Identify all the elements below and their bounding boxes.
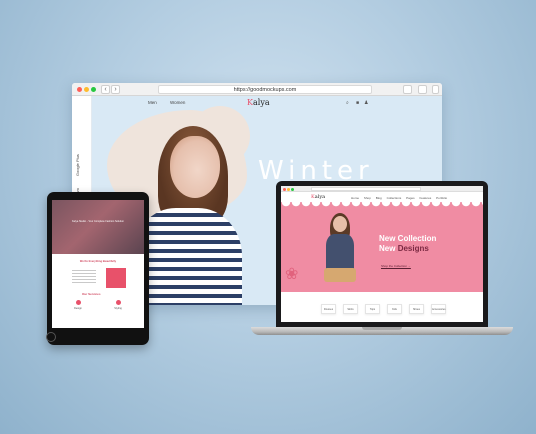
hero-banner: ❀ New Collection New Designs Shop the Co… — [281, 202, 483, 292]
tabs-icon[interactable] — [418, 85, 427, 94]
laptop-notch — [362, 327, 402, 330]
browser-toolbar: ‹ › https://goodmockups.com — [72, 83, 442, 96]
nav-item-collections[interactable]: Collections — [387, 196, 402, 200]
close-window-button[interactable] — [77, 87, 82, 92]
laptop-website: Kalya Home Shop Blog Collections Pages F… — [281, 186, 483, 322]
model-photo-face — [170, 136, 220, 198]
hero-headline-line2: New Designs — [379, 244, 429, 253]
site-logo[interactable]: Kalya — [247, 98, 270, 107]
paragraph-placeholder — [72, 270, 96, 285]
minimize-window-button[interactable] — [84, 87, 89, 92]
site-header: Men Women Kalya ⌕ ■ ♟ — [92, 96, 442, 110]
service-card[interactable]: Design — [66, 300, 90, 322]
shop-collection-link[interactable]: Shop the Collection → — [381, 264, 411, 268]
search-icon[interactable]: ⌕ — [346, 100, 349, 106]
nav-item-portfolio[interactable]: Portfolio — [436, 196, 447, 200]
nav-link-men[interactable]: Men — [148, 100, 157, 105]
user-icon[interactable]: ♟ — [364, 100, 368, 106]
scallop-border — [281, 202, 483, 208]
home-button[interactable] — [46, 332, 56, 342]
minimize-window-button[interactable] — [287, 187, 290, 191]
hero-headline-line1: New Collection — [379, 234, 437, 243]
service-label: Styling — [114, 307, 122, 310]
flower-decoration-icon: ❀ — [285, 266, 299, 283]
nav-item-shop[interactable]: Shop — [364, 196, 371, 200]
nav-link-women[interactable]: Women — [170, 100, 185, 105]
cart-icon[interactable]: ■ — [356, 100, 359, 106]
category-card[interactable]: Accessories — [431, 304, 446, 314]
maximize-window-button[interactable] — [291, 187, 294, 191]
service-card[interactable]: Styling — [106, 300, 130, 322]
service-label: Design — [74, 307, 82, 310]
nav-item-pages[interactable]: Pages — [406, 196, 415, 200]
feature-image — [106, 268, 126, 288]
back-button[interactable]: ‹ — [101, 85, 110, 94]
category-card[interactable]: Shoes — [409, 304, 424, 314]
main-nav: Home Shop Blog Collections Pages Feature… — [351, 196, 451, 200]
hero-headline-word: New — [379, 244, 396, 253]
category-row: Dresses Skirts Tops Kids Shoes Accessori… — [281, 298, 483, 320]
service-icon — [115, 300, 121, 305]
address-bar[interactable]: https://goodmockups.com — [158, 85, 372, 94]
nav-item-home[interactable]: Home — [351, 196, 359, 200]
maximize-window-button[interactable] — [91, 87, 96, 92]
close-window-button[interactable] — [283, 187, 286, 191]
hero-headline-highlight: Designs — [397, 244, 429, 253]
hero-text: Kalya Studio - Your Complete Fashion Sol… — [72, 220, 124, 223]
logo-text: alya — [252, 98, 270, 107]
model-photo-face — [333, 216, 347, 232]
services-title: Our Services — [82, 292, 101, 296]
nav-item-blog[interactable]: Blog — [376, 196, 382, 200]
laptop-site-header: Kalya Home Shop Blog Collections Pages F… — [281, 192, 483, 202]
section-title: We Do Everything Beautifully — [79, 260, 117, 263]
laptop-screen: Kalya Home Shop Blog Collections Pages F… — [276, 181, 488, 327]
logo-text: alya — [314, 194, 326, 200]
category-card[interactable]: Tops — [365, 304, 380, 314]
model-photo-skirt — [324, 268, 356, 282]
tablet-device: Kalya Studio - Your Complete Fashion Sol… — [47, 192, 149, 345]
tablet-hero-banner: Kalya Studio - Your Complete Fashion Sol… — [52, 200, 144, 254]
service-icon — [75, 300, 81, 305]
category-card[interactable]: Skirts — [343, 304, 358, 314]
forward-button[interactable]: › — [111, 85, 120, 94]
share-icon[interactable] — [403, 85, 412, 94]
new-tab-icon[interactable] — [432, 85, 439, 94]
nav-item-features[interactable]: Features — [419, 196, 431, 200]
address-bar[interactable] — [311, 187, 421, 191]
site-logo[interactable]: Kalya — [311, 194, 325, 200]
tablet-website: Kalya Studio - Your Complete Fashion Sol… — [52, 200, 144, 328]
social-link-google-plus[interactable]: Google Plus — [75, 154, 80, 176]
model-photo-dress — [326, 234, 354, 272]
category-card[interactable]: Dresses — [321, 304, 336, 314]
category-card[interactable]: Kids — [387, 304, 402, 314]
